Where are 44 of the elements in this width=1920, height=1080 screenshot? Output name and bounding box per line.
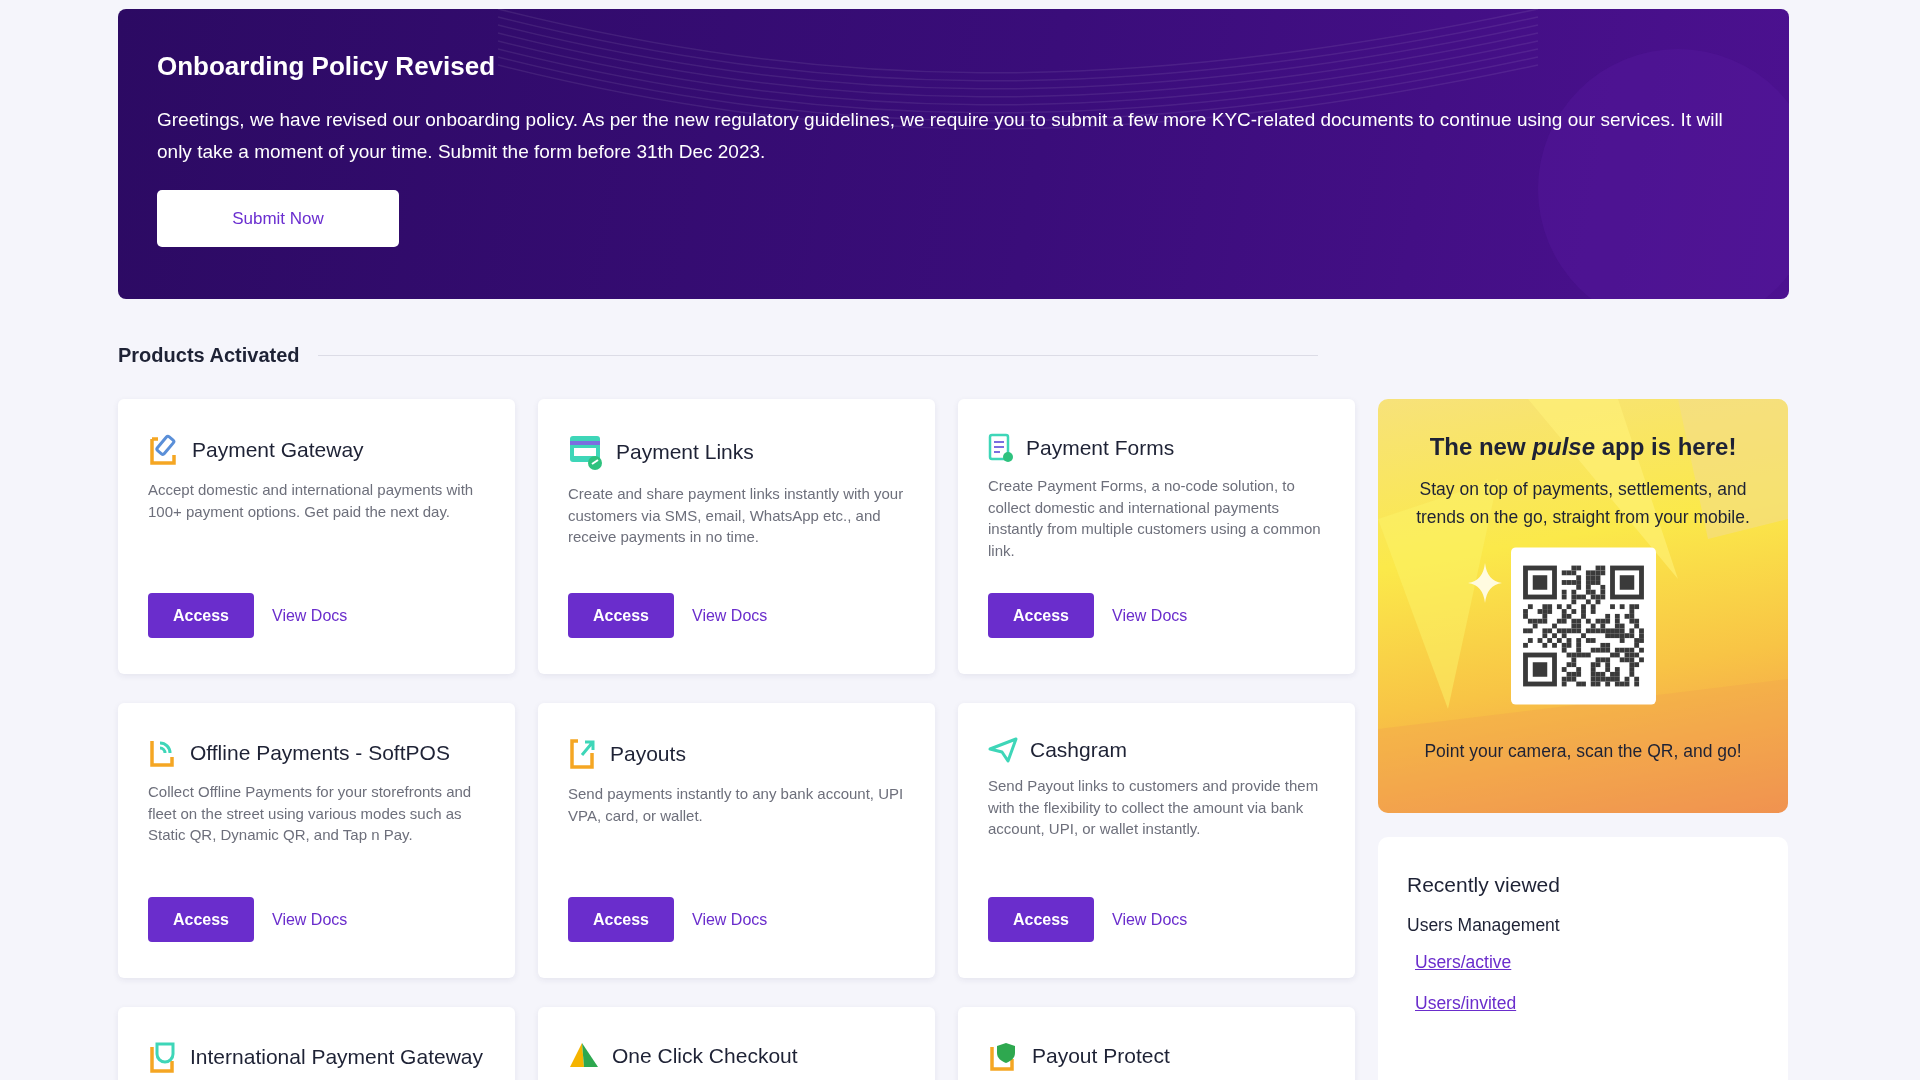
- submit-now-button[interactable]: Submit Now: [157, 190, 399, 247]
- view-docs-link[interactable]: View Docs: [1112, 606, 1188, 625]
- product-description: Send payments instantly to any bank account, UPI VPA, card, or wallet.: [568, 784, 905, 826]
- access-button[interactable]: Access: [148, 593, 254, 638]
- product-description: Collect Offline Payments for your storefronts and fleet on the street using various modes such as Static QR, Dynamic QR, and Tap n Pay.: [148, 782, 473, 845]
- banner-message: Greetings, we have revised our onboarding policy. As per the new regulatory guidelines, we require you to submit a few more KYC-related documents to continue using our services. It will only take a moment of your time. Submit the form before 31th Dec 2023.: [157, 108, 1724, 164]
- view-docs-link[interactable]: View Docs: [272, 910, 348, 929]
- promo-caption: Point your camera, scan the QR, and go!: [1424, 740, 1742, 763]
- view-docs-link[interactable]: View Docs: [692, 606, 768, 625]
- product-icon: [148, 1041, 178, 1073]
- product-description: Accept domestic and international payments with 100+ payment options. Get paid the next day.: [148, 480, 475, 522]
- view-docs-link[interactable]: View Docs: [272, 606, 348, 625]
- product-title: Payment Gateway: [192, 438, 364, 462]
- recent-link[interactable]: Users/active: [1415, 952, 1512, 973]
- product-icon: [988, 433, 1014, 463]
- product-title: One Click Checkout: [612, 1044, 798, 1068]
- access-button[interactable]: Access: [568, 897, 674, 942]
- product-title: Payouts: [610, 742, 686, 766]
- promo-subtitle: Stay on top of payments, settlements, and trends on the go, straight from your mobile.: [1415, 478, 1751, 529]
- product-description: Send Payout links to customers and provide them with the flexibility to collect the amount via bank account, UPI, or wallet instantly.: [988, 776, 1320, 839]
- banner-title: Onboarding Policy Revised: [157, 51, 497, 82]
- access-button[interactable]: Access: [988, 897, 1094, 942]
- recently-viewed-title: Recently viewed: [1407, 873, 1561, 897]
- product-icon: [988, 737, 1018, 763]
- view-docs-link[interactable]: View Docs: [692, 910, 768, 929]
- promo-title: The new pulse app is here!: [1429, 433, 1737, 461]
- product-description: Create Payment Forms, a no-code solution, to collect domestic and international payments instantly from multiple customers using a common link.: [988, 476, 1322, 561]
- recent-link[interactable]: Users/invited: [1415, 993, 1517, 1014]
- product-title: Offline Payments - SoftPOS: [190, 741, 450, 765]
- access-button[interactable]: Access: [148, 897, 254, 942]
- product-title: Payout Protect: [1032, 1044, 1170, 1068]
- section-title: Products Activated: [118, 344, 300, 367]
- access-button[interactable]: Access: [988, 593, 1094, 638]
- access-button[interactable]: Access: [568, 593, 674, 638]
- product-icon: [568, 433, 604, 471]
- group-title: Users Management: [1407, 915, 1561, 936]
- product-description: Create and share payment links instantly with your customers via SMS, email, WhatsApp etc., and receive payments in no time.: [568, 484, 905, 547]
- product-title: Payment Links: [616, 440, 754, 464]
- product-title: Cashgram: [1030, 738, 1127, 762]
- view-docs-link[interactable]: View Docs: [1112, 910, 1188, 929]
- product-title: Payment Forms: [1026, 436, 1175, 460]
- product-icon: [568, 737, 598, 771]
- product-title: International Payment Gateway: [190, 1045, 483, 1069]
- sparkle-icon: [1468, 563, 1502, 603]
